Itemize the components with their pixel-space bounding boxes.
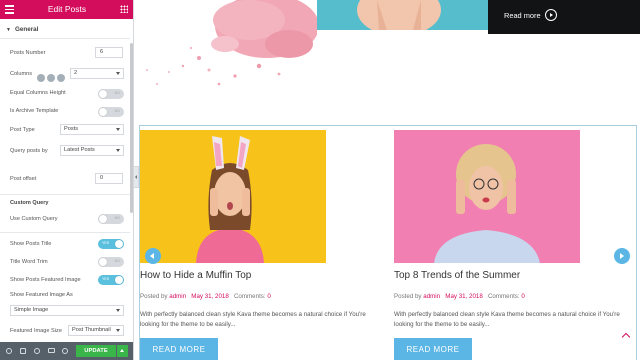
columns-select[interactable]: 2: [70, 68, 124, 79]
panel-scrollbar[interactable]: [130, 43, 133, 213]
read-more-button[interactable]: READ MORE: [394, 338, 472, 360]
use-custom-query-toggle[interactable]: NO: [98, 214, 124, 224]
post-date-link[interactable]: May 31, 2018: [191, 293, 229, 300]
equal-columns-toggle[interactable]: NO: [98, 89, 124, 99]
title-word-trim-label: Title Word Trim: [10, 259, 48, 265]
mobile-icon[interactable]: [57, 74, 65, 82]
post-thumbnail[interactable]: [394, 130, 580, 263]
show-featured-toggle[interactable]: YES: [98, 275, 124, 285]
post-offset-label: Post offset: [10, 176, 37, 182]
scroll-to-top-icon[interactable]: [623, 334, 631, 342]
section-general[interactable]: ▼ General: [0, 26, 128, 33]
hero-read-more-block: Read more: [488, 0, 640, 34]
equal-columns-label: Equal Columns Height: [10, 90, 66, 96]
hero-model-image: [317, 0, 488, 30]
use-custom-query-label: Use Custom Query: [10, 216, 58, 222]
posts-number-label: Posts Number: [10, 50, 46, 56]
update-button[interactable]: UPDATE: [76, 345, 116, 357]
chevron-down-icon: [116, 329, 120, 332]
responsive-device-icons: [37, 69, 67, 87]
post-type-select[interactable]: Posts: [60, 124, 124, 135]
divider: [0, 232, 130, 233]
editor-app: Edit Posts ▼ General Posts Number 6 Colum…: [0, 0, 640, 360]
read-more-button[interactable]: READ MORE: [140, 338, 218, 360]
carousel-prev-arrow-icon[interactable]: [145, 248, 161, 264]
post-meta: Posted by admin May 31, 2018 Comments: 0: [394, 293, 525, 300]
toggle-knob: [99, 90, 107, 98]
responsive-mode-icon[interactable]: [48, 348, 55, 353]
chevron-down-icon: [116, 72, 120, 75]
is-archive-toggle[interactable]: NO: [98, 107, 124, 117]
columns-label: Columns: [10, 71, 33, 77]
chevron-down-icon: [116, 128, 120, 131]
hero-read-more-link[interactable]: Read more: [504, 11, 541, 20]
post-excerpt: With perfectly balanced clean style Kava…: [140, 311, 366, 328]
chevron-down-icon: [116, 149, 120, 152]
post-author-link[interactable]: admin: [169, 293, 186, 300]
post-thumbnail[interactable]: [140, 130, 326, 263]
tablet-icon[interactable]: [47, 74, 55, 82]
query-by-select[interactable]: Latest Posts: [60, 145, 124, 156]
post-type-label: Post Type: [10, 127, 35, 133]
post-excerpt: With perfectly balanced clean style Kava…: [394, 311, 620, 328]
toggle-knob: [99, 215, 107, 223]
is-archive-label: Is Archive Template: [10, 108, 59, 114]
caret-down-icon: ▼: [6, 27, 11, 33]
navigator-icon[interactable]: [20, 348, 26, 354]
panel-header: Edit Posts: [0, 0, 133, 19]
editor-panel: Edit Posts ▼ General Posts Number 6 Colum…: [0, 0, 134, 360]
toggle-knob: [99, 258, 107, 266]
arrow-right-circle-icon[interactable]: [545, 9, 557, 21]
divider: [0, 38, 130, 39]
hero-powder-image: [139, 0, 317, 90]
carousel-next-arrow-icon[interactable]: [614, 248, 630, 264]
toggle-knob: [99, 108, 107, 116]
show-featured-as-label: Show Featured Image As: [10, 292, 73, 298]
post-title[interactable]: How to Hide a Muffin Top: [140, 270, 370, 281]
post-author-link[interactable]: admin: [423, 293, 440, 300]
preview-canvas: Read more How to Hide a Muffin Top Poste…: [139, 0, 640, 360]
update-options-button[interactable]: [117, 345, 128, 357]
divider: [0, 194, 130, 195]
show-featured-label: Show Posts Featured Image: [10, 277, 81, 283]
panel-controls: ▼ General Posts Number 6 Columns 2 Equal …: [0, 19, 133, 342]
post-comments-link[interactable]: 0: [267, 293, 270, 300]
desktop-icon[interactable]: [37, 74, 45, 82]
chevron-down-icon: [116, 309, 120, 312]
title-word-trim-toggle[interactable]: NO: [98, 257, 124, 267]
show-title-toggle[interactable]: YES: [98, 239, 124, 249]
featured-size-label: Featured Image Size: [10, 328, 62, 334]
posts-widget[interactable]: How to Hide a Muffin Top Posted by admin…: [139, 125, 637, 360]
post-meta: Posted by admin May 31, 2018 Comments: 0: [140, 293, 271, 300]
posts-number-input[interactable]: 6: [95, 47, 123, 58]
post-comments-link[interactable]: 0: [521, 293, 524, 300]
featured-size-select[interactable]: Post Thumbnail: [68, 325, 124, 336]
post-offset-input[interactable]: 0: [95, 173, 123, 184]
custom-query-heading: Custom Query: [10, 200, 49, 206]
preview-eye-icon[interactable]: [62, 348, 68, 354]
query-by-label: Query posts by: [10, 148, 48, 154]
widgets-grid-icon[interactable]: [120, 5, 128, 13]
post-date-link[interactable]: May 31, 2018: [445, 293, 483, 300]
post-title[interactable]: Top 8 Trends of the Summer: [394, 270, 624, 281]
toggle-knob: [115, 276, 123, 284]
toggle-knob: [115, 240, 123, 248]
featured-as-select[interactable]: Simple Image: [10, 305, 124, 316]
panel-footer: UPDATE: [0, 342, 133, 360]
panel-title: Edit Posts: [47, 4, 87, 14]
settings-icon[interactable]: [6, 348, 12, 354]
show-title-label: Show Posts Title: [10, 241, 52, 247]
history-icon[interactable]: [34, 348, 40, 354]
